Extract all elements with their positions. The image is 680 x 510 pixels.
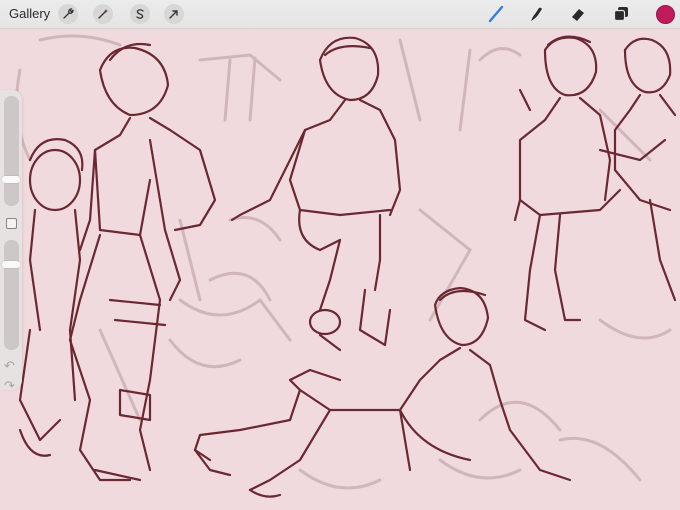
eraser-button[interactable] <box>568 4 588 24</box>
smudge-icon <box>531 7 542 21</box>
smudge-button[interactable] <box>526 4 546 24</box>
layers-icon <box>613 7 628 22</box>
selection-button[interactable] <box>130 4 150 24</box>
undo-icon: ↶ <box>4 358 15 373</box>
left-sidebar: ↶ ↷ <box>0 90 22 393</box>
layers-button[interactable] <box>611 4 631 24</box>
figure-lying <box>193 286 572 498</box>
figure-pair <box>513 35 677 332</box>
redo-icon: ↷ <box>4 378 15 393</box>
brush-icon <box>488 5 504 23</box>
transform-button[interactable] <box>164 4 184 24</box>
undo-button[interactable]: ↶ <box>4 358 15 374</box>
sketch-layer <box>18 35 677 498</box>
redo-button[interactable]: ↷ <box>4 378 15 394</box>
actions-button[interactable] <box>58 4 78 24</box>
eraser-icon <box>572 9 584 21</box>
brush-button[interactable] <box>486 4 506 24</box>
arrow-cursor-icon <box>169 10 178 19</box>
top-toolbar: Gallery <box>0 0 680 29</box>
gallery-button[interactable]: Gallery <box>9 6 50 21</box>
magic-wand-icon <box>98 9 108 19</box>
opacity-thumb[interactable] <box>2 260 20 268</box>
color-picker-button[interactable] <box>656 5 675 24</box>
drawing-canvas[interactable] <box>0 0 680 510</box>
brush-size-thumb[interactable] <box>2 176 20 184</box>
modify-button[interactable] <box>6 218 17 229</box>
figure-boy <box>18 138 84 457</box>
figure-standing <box>68 42 217 482</box>
wrench-icon <box>63 8 74 19</box>
opacity-slider[interactable] <box>4 240 19 350</box>
selection-s-icon <box>136 9 144 19</box>
brush-size-slider[interactable] <box>4 96 19 206</box>
adjustments-button[interactable] <box>93 4 113 24</box>
